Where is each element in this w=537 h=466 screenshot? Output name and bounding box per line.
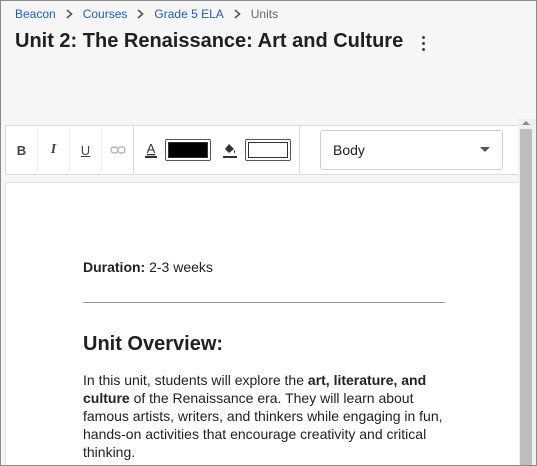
bold-icon: B: [16, 142, 27, 158]
duration-line: Duration: 2-3 weeks: [83, 259, 213, 275]
italic-button[interactable]: I: [38, 128, 70, 172]
breadcrumb: Beacon Courses Grade 5 ELA Units: [15, 6, 278, 22]
paragraph-text: In this unit, students will explore the: [83, 372, 308, 388]
overview-heading: Unit Overview:: [83, 333, 224, 355]
more-options-icon[interactable]: [414, 33, 432, 53]
duration-value: 2-3 weeks: [149, 259, 213, 275]
overview-paragraph: In this unit, students will explore the …: [83, 371, 445, 461]
highlight-color-icon[interactable]: [222, 141, 238, 159]
format-group: B I U: [6, 126, 133, 174]
breadcrumb-link-beacon[interactable]: Beacon: [15, 7, 56, 21]
text-style-value: Body: [333, 142, 365, 158]
chevron-right-icon: [137, 9, 145, 19]
breadcrumb-current-units: Units: [250, 7, 279, 21]
rich-text-editor: B I U A Body Duration: 2-3 weeks Unit Ov…: [1, 119, 536, 465]
breadcrumb-link-grade[interactable]: Grade 5 ELA: [154, 7, 223, 21]
scroll-thumb[interactable]: [520, 129, 532, 465]
page-title: Unit 2: The Renaissance: Art and Culture: [15, 30, 404, 52]
paragraph-text: of the Renaissance era. They will learn …: [83, 390, 443, 460]
app-window: Beacon Courses Grade 5 ELA Units Unit 2:…: [0, 0, 537, 466]
text-color-icon[interactable]: A: [144, 141, 158, 159]
horizontal-rule: [83, 302, 445, 303]
scroll-up-arrow-icon[interactable]: [522, 121, 530, 125]
highlight-color-preview: [248, 142, 288, 158]
highlight-color-swatch[interactable]: [245, 139, 291, 161]
link-button[interactable]: [102, 128, 133, 172]
chevron-right-icon: [234, 9, 241, 19]
italic-icon: I: [50, 142, 57, 157]
link-icon: [109, 146, 126, 154]
text-color-preview: [168, 142, 208, 158]
text-style-select[interactable]: Body: [320, 130, 503, 170]
editor-toolbar: B I U A Body: [5, 125, 519, 175]
caret-down-icon: [480, 147, 490, 152]
duration-label: Duration:: [83, 259, 146, 275]
bold-button[interactable]: B: [6, 128, 38, 172]
chevron-right-icon: [66, 9, 73, 19]
text-color-swatch[interactable]: [165, 139, 211, 161]
underline-icon: U: [80, 142, 91, 158]
document-page[interactable]: Duration: 2-3 weeks Unit Overview: In th…: [5, 182, 519, 465]
toolbar-divider: [299, 126, 300, 174]
underline-button[interactable]: U: [70, 128, 102, 172]
color-group: A: [134, 126, 299, 174]
breadcrumb-link-courses[interactable]: Courses: [83, 7, 128, 21]
scrollbar[interactable]: [518, 119, 536, 465]
svg-text:A: A: [147, 141, 156, 156]
